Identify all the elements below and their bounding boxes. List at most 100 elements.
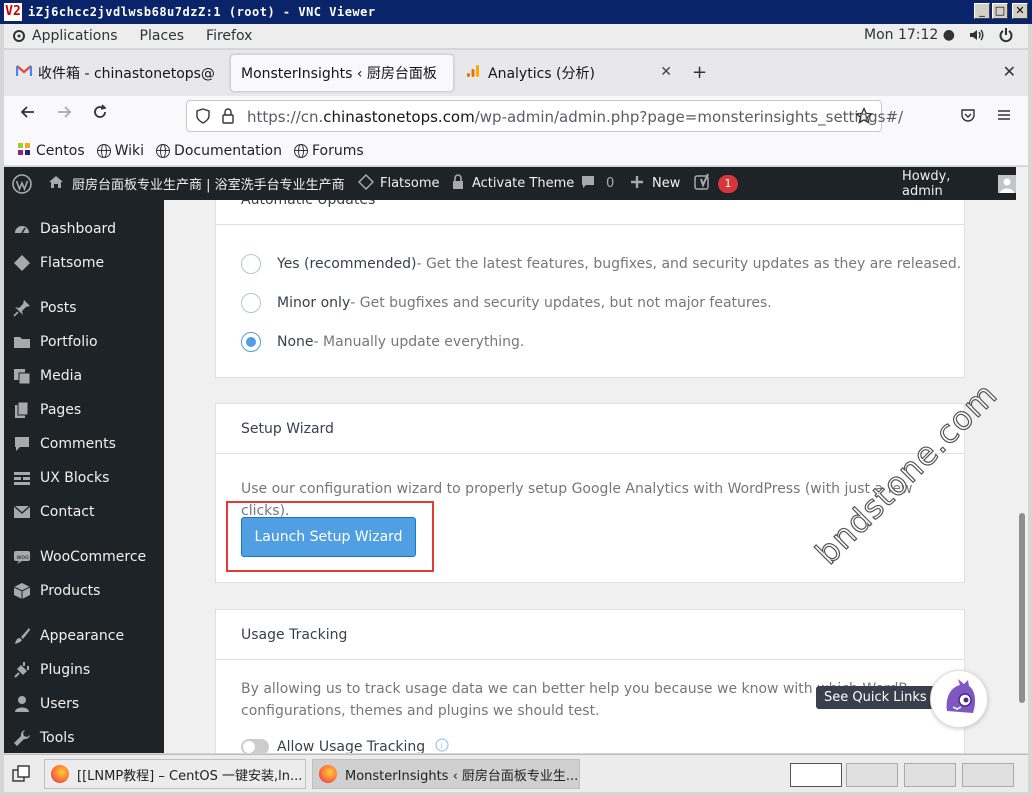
sidebar-item-dashboard[interactable]: Dashboard [4,212,164,246]
lock-icon[interactable] [221,108,235,128]
bookmark-documentation[interactable]: Documentation [156,143,282,159]
radio-none[interactable] [241,332,261,352]
tab-monsterinsights[interactable]: MonsterInsights ‹ 厨房台面板 [230,54,454,92]
workspace-1[interactable] [790,763,842,787]
url-bar[interactable]: https://cn.chinastonetops.com/wp-admin/a… [186,100,903,132]
sidebar-item-portfolio[interactable]: Portfolio [4,325,164,359]
radio-yes[interactable] [241,254,261,274]
firefox-icon [319,765,337,783]
sidebar-item-plugins[interactable]: Plugins [4,653,164,687]
workspace-4[interactable] [962,763,1014,787]
bookmark-forums[interactable]: Forums [293,142,364,159]
plug-icon [12,661,32,679]
mail-icon [12,503,32,521]
allow-usage-tracking-row[interactable]: Allow Usage Tracking i [241,738,449,753]
sidebar-item-comments[interactable]: Comments [4,427,164,461]
workspace-3[interactable] [904,763,956,787]
new-tab-button[interactable]: + [692,62,707,83]
yoast-link[interactable]: 1 [694,167,738,200]
sidebar-item-tools[interactable]: Tools [4,721,164,755]
bookmarks-toolbar: Centos Wiki Documentation Forums [4,136,1028,166]
comments-link[interactable]: 0 [580,167,614,200]
card-title: Usage Tracking [216,610,964,660]
clock[interactable]: Mon 17:12 ● [864,27,955,43]
shield-icon[interactable] [195,108,211,128]
forward-button[interactable] [52,104,76,125]
radio-minor[interactable] [241,293,261,313]
sidebar-item-contact[interactable]: Contact [4,495,164,529]
wp-admin-menu: Dashboard Flatsome Posts Portfolio Media… [4,200,164,753]
minimize-button[interactable]: _ [974,3,990,19]
applications-menu[interactable]: Applications [32,28,118,44]
navigation-toolbar: https://cn.chinastonetops.com/wp-admin/a… [4,96,1028,136]
sidebar-item-flatsome[interactable]: Flatsome [4,246,164,280]
option-minor-only[interactable]: Minor only - Get bugfixes and security u… [241,293,772,313]
close-icon[interactable]: ✕ [1003,62,1016,81]
bookmark-centos[interactable]: Centos [16,141,85,161]
new-content-link[interactable]: New [630,167,680,200]
sidebar-item-users[interactable]: Users [4,687,164,721]
quick-links-tooltip: See Quick Links [816,686,935,709]
tab-analytics[interactable]: Analytics (分析) ✕ [456,54,680,92]
option-label: Yes (recommended) [277,256,417,272]
url-text[interactable]: https://cn.chinastonetops.com/wp-admin/a… [247,108,903,126]
option-desc: - Manually update everything. [313,334,525,350]
usage-tracking-toggle[interactable] [241,739,269,753]
pages-icon [12,401,32,419]
bookmark-wiki[interactable]: Wiki [96,143,144,159]
sidebar-item-label: Plugins [40,662,91,678]
star-icon[interactable] [854,106,874,129]
places-menu[interactable]: Places [140,28,185,44]
option-none[interactable]: None - Manually update everything. [241,332,524,352]
sidebar-item-ux-blocks[interactable]: UX Blocks [4,461,164,495]
sidebar-item-products[interactable]: Products [4,574,164,608]
usage-tracking-card: Usage Tracking By allowing us to track u… [215,609,965,753]
wp-admin-bar: 厨房台面板专业生产商 | 浴室洗手台专业生产商 Flatsome Activat… [4,167,1016,200]
info-icon[interactable]: i [435,738,449,753]
show-desktop-icon[interactable] [12,765,30,787]
taskbar-item-lnmp[interactable]: [[LNMP教程] – CentOS 一键安装,ln... [44,759,306,789]
pocket-icon[interactable] [960,107,976,127]
tab-gmail[interactable]: 收件箱 - chinastonetops@ [6,54,228,92]
menu-icon[interactable] [996,107,1012,127]
tab-label: MonsterInsights ‹ 厨房台面板 [241,66,437,82]
page-scrollbar[interactable] [1016,167,1028,753]
reload-button[interactable] [88,104,112,125]
taskbar: [[LNMP教程] – CentOS 一键安装,ln... MonsterIns… [4,754,1028,792]
scrollbar-thumb[interactable] [1019,513,1025,703]
activate-theme-link[interactable]: Activate Theme [452,167,574,200]
flatsome-label: Flatsome [380,176,440,191]
option-yes-recommended[interactable]: Yes (recommended) - Get the latest featu… [241,254,961,274]
media-icon [12,367,32,385]
close-tab-icon[interactable]: ✕ [660,64,672,80]
back-button[interactable] [16,104,40,125]
close-window-button[interactable]: ✕ [1012,3,1028,19]
tab-label: 收件箱 - chinastonetops@ [38,66,215,82]
sidebar-item-media[interactable]: Media [4,359,164,393]
pin-icon [12,299,32,317]
volume-icon[interactable] [968,27,984,47]
sidebar-item-label: Tools [40,730,75,746]
sidebar-item-woocommerce[interactable]: woo WooCommerce [4,540,164,574]
vnc-title-bar: V2 iZj6chcc2jvdlwsb68u7dzZ:1 (root) - VN… [0,0,1032,24]
card-title: Setup Wizard [216,404,964,454]
sidebar-item-label: UX Blocks [40,470,110,486]
lock-icon [452,173,464,194]
flatsome-link[interactable]: Flatsome [357,167,440,200]
workspace-2[interactable] [846,763,898,787]
site-name-link[interactable]: 厨房台面板专业生产商 | 浴室洗手台专业生产商 [48,167,345,200]
tab-strip: 收件箱 - chinastonetops@ MonsterInsights ‹ … [4,50,1028,96]
quick-links-button[interactable] [930,670,988,728]
firefox-menu[interactable]: Firefox [206,28,252,44]
my-account-link[interactable]: Howdy, admin [902,167,1016,200]
maximize-button[interactable]: □ [992,3,1008,19]
sidebar-item-pages[interactable]: Pages [4,393,164,427]
comments-count: 0 [606,176,615,191]
url-prefix: https://cn. [247,108,324,126]
power-icon[interactable] [998,27,1014,47]
wordpress-logo-icon[interactable] [12,167,32,200]
bookmark-label: Forums [311,142,364,159]
sidebar-item-appearance[interactable]: Appearance [4,619,164,653]
sidebar-item-posts[interactable]: Posts [4,291,164,325]
taskbar-item-monsterinsights[interactable]: MonsterInsights ‹ 厨房台面板专业生... [312,759,580,789]
